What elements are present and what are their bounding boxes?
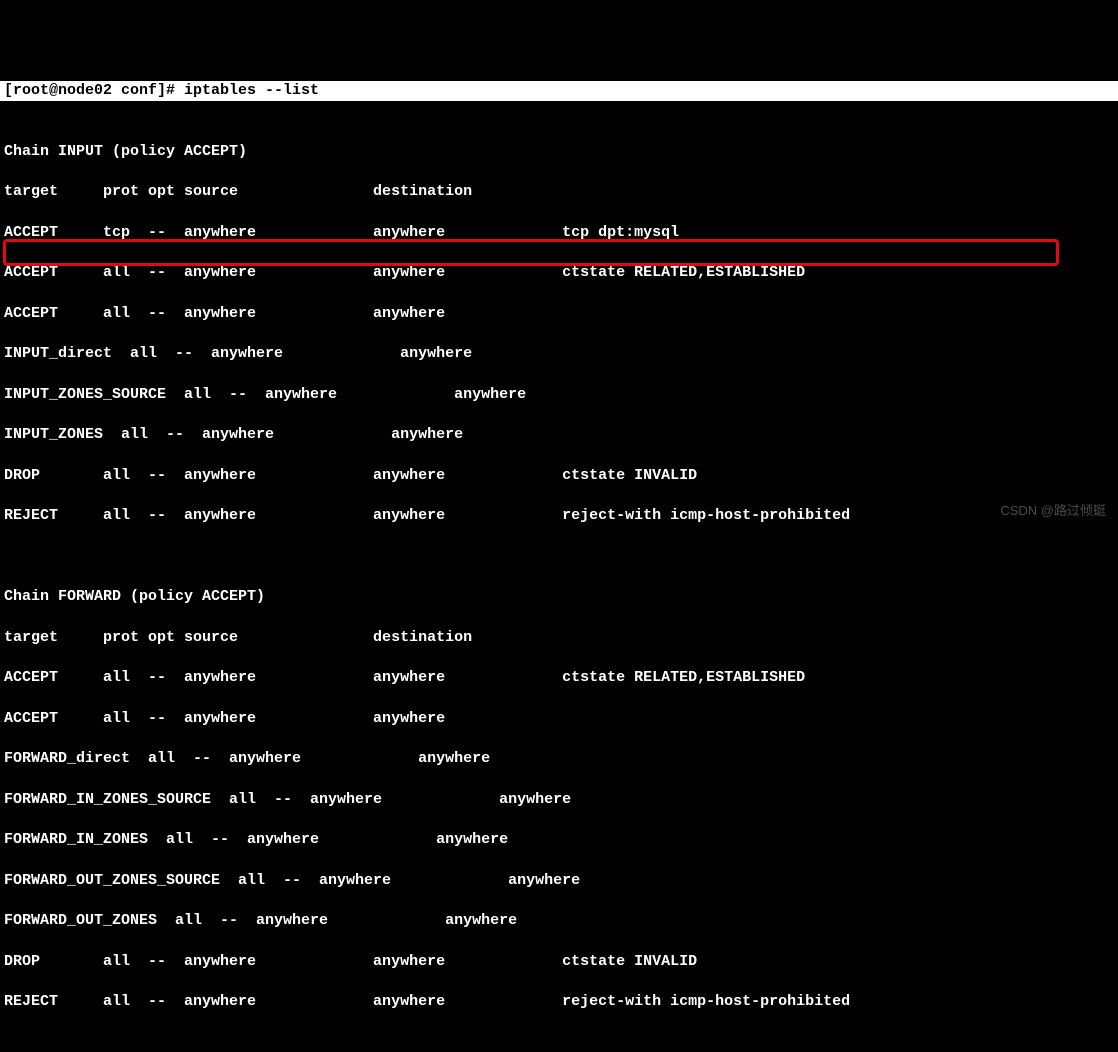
forward-columns: target prot opt source destination [4,628,1114,648]
input-rule: INPUT_ZONES all -- anywhere anywhere [4,425,1114,445]
input-rule: INPUT_ZONES_SOURCE all -- anywhere anywh… [4,385,1114,405]
input-rule: ACCEPT all -- anywhere anywhere [4,304,1114,324]
input-rule: ACCEPT tcp -- anywhere anywhere tcp dpt:… [4,223,1114,243]
chain-input-header: Chain INPUT (policy ACCEPT) [4,142,1114,162]
input-columns: target prot opt source destination [4,182,1114,202]
forward-rule: FORWARD_OUT_ZONES all -- anywhere anywhe… [4,911,1114,931]
forward-rule: FORWARD_IN_ZONES_SOURCE all -- anywhere … [4,790,1114,810]
chain-forward-header: Chain FORWARD (policy ACCEPT) [4,587,1114,607]
input-rule: ACCEPT all -- anywhere anywhere ctstate … [4,263,1114,283]
watermark: CSDN @路过倾蜓 [1000,502,1106,520]
terminal-output: Chain INPUT (policy ACCEPT) target prot … [0,122,1118,1033]
forward-rule: DROP all -- anywhere anywhere ctstate IN… [4,952,1114,972]
forward-rule: REJECT all -- anywhere anywhere reject-w… [4,992,1114,1012]
shell-prompt: [root@node02 conf]# iptables --list [0,81,1118,101]
input-rule: INPUT_direct all -- anywhere anywhere [4,344,1114,364]
forward-rule: ACCEPT all -- anywhere anywhere [4,709,1114,729]
forward-rule: FORWARD_direct all -- anywhere anywhere [4,749,1114,769]
forward-rule: FORWARD_OUT_ZONES_SOURCE all -- anywhere… [4,871,1114,891]
forward-rule: FORWARD_IN_ZONES all -- anywhere anywher… [4,830,1114,850]
blank-line [4,547,1114,567]
forward-rule: ACCEPT all -- anywhere anywhere ctstate … [4,668,1114,688]
input-rule: DROP all -- anywhere anywhere ctstate IN… [4,466,1114,486]
input-rule-reject: REJECT all -- anywhere anywhere reject-w… [4,506,1114,526]
